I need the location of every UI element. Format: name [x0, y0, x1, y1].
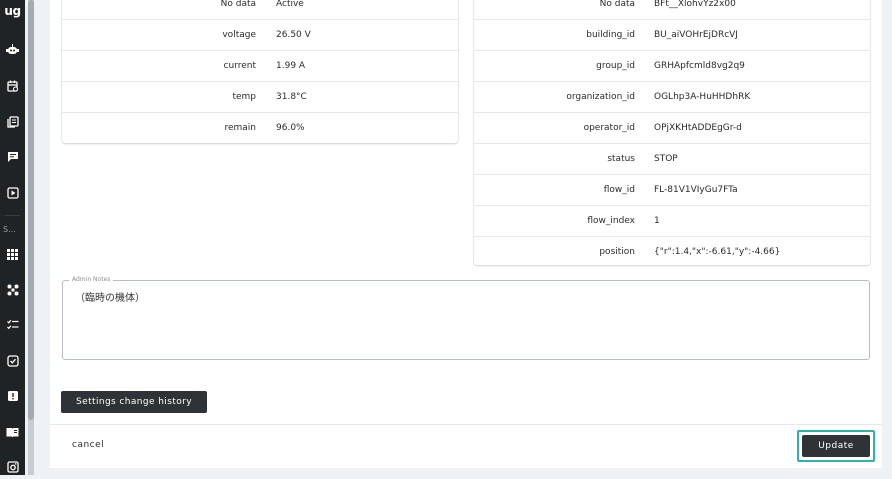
update-button[interactable]: Update — [802, 435, 870, 457]
row-key: position — [599, 247, 635, 257]
row-key: No data — [599, 0, 635, 9]
row-key: operator_id — [583, 123, 635, 133]
play-icon[interactable] — [0, 181, 25, 205]
table-row: position {"r":1.4,"x":-6.61,"y":-4.66} — [474, 237, 870, 267]
chat-icon[interactable] — [0, 145, 25, 169]
row-value: OPjXKHtADDEgGr-d — [654, 123, 742, 133]
table-row: status STOP — [474, 144, 870, 175]
cancel-button[interactable]: cancel — [72, 440, 104, 450]
battery-status-table: No data Active voltage 26.50 V current 1… — [62, 0, 458, 143]
page-scrollbar[interactable] — [28, 0, 34, 475]
row-key: current — [223, 61, 256, 71]
table-row: No data BFt__XlohvYz2x00 — [474, 0, 870, 20]
settings-history-button[interactable]: Settings change history — [61, 391, 207, 413]
row-value: STOP — [654, 154, 678, 164]
document-icon[interactable] — [0, 110, 25, 134]
row-value: Active — [276, 0, 304, 9]
row-value: FL-81V1VIyGu7FTa — [654, 185, 738, 195]
alert-icon[interactable] — [0, 384, 25, 408]
row-key: building_id — [586, 30, 635, 40]
row-value: BFt__XlohvYz2x00 — [654, 0, 736, 9]
grid-icon[interactable] — [0, 242, 25, 266]
calendar-icon[interactable] — [0, 74, 25, 98]
admin-notes-label: Admin Notes — [69, 275, 114, 285]
table-row: remain 96.0% — [62, 113, 458, 143]
row-value: OGLhp3A-HuHHDhRK — [654, 92, 751, 102]
app-logo[interactable]: ug — [0, 0, 25, 22]
table-row: voltage 26.50 V — [62, 20, 458, 51]
admin-notes-field[interactable]: Admin Notes （臨時の機体） — [62, 275, 870, 360]
scrollbar-thumb[interactable] — [28, 0, 34, 420]
sidebar-section-label: S... — [3, 225, 16, 234]
row-value: 26.50 V — [276, 30, 311, 40]
row-value: 31.8°C — [276, 92, 307, 102]
footer-divider — [50, 424, 882, 425]
drone-icon[interactable] — [0, 278, 25, 302]
row-value: 1.99 A — [276, 61, 306, 71]
row-key: status — [607, 154, 635, 164]
row-key: flow_id — [603, 185, 635, 195]
row-value: BU_aiVOHrEjDRcVJ — [654, 30, 738, 40]
table-row: operator_id OPjXKHtADDEgGr-d — [474, 113, 870, 144]
row-key: remain — [224, 123, 256, 133]
row-key: flow_index — [587, 216, 635, 226]
table-row: organization_id OGLhp3A-HuHHDhRK — [474, 82, 870, 113]
check-square-icon[interactable] — [0, 349, 25, 373]
table-row: flow_index 1 — [474, 206, 870, 237]
table-row: building_id BU_aiVOHrEjDRcVJ — [474, 20, 870, 51]
table-row: current 1.99 A — [62, 51, 458, 82]
device-settings-panel: No data Active voltage 26.50 V current 1… — [50, 0, 882, 468]
robot-icon[interactable] — [0, 38, 25, 62]
book-icon[interactable] — [0, 420, 25, 444]
row-key: group_id — [596, 61, 635, 71]
table-row: temp 31.8°C — [62, 82, 458, 113]
row-key: No data — [220, 0, 256, 9]
table-row: No data Active — [62, 0, 458, 20]
row-key: organization_id — [566, 92, 635, 102]
row-value: 96.0% — [276, 123, 305, 133]
device-info-table: No data BFt__XlohvYz2x00 building_id BU_… — [474, 0, 870, 265]
row-value: GRHApfcmld8vg2q9 — [654, 61, 745, 71]
admin-notes-value[interactable]: （臨時の機体） — [75, 289, 145, 304]
sidebar: ug S... — [0, 0, 25, 475]
table-row: flow_id FL-81V1VIyGu7FTa — [474, 175, 870, 206]
row-key: voltage — [222, 30, 256, 40]
row-value: 1 — [654, 216, 660, 226]
camera-icon[interactable] — [0, 455, 25, 479]
table-row: group_id GRHApfcmld8vg2q9 — [474, 51, 870, 82]
row-key: temp — [232, 92, 256, 102]
row-value: {"r":1.4,"x":-6.61,"y":-4.66} — [654, 247, 781, 257]
checklist-icon[interactable] — [0, 313, 25, 337]
